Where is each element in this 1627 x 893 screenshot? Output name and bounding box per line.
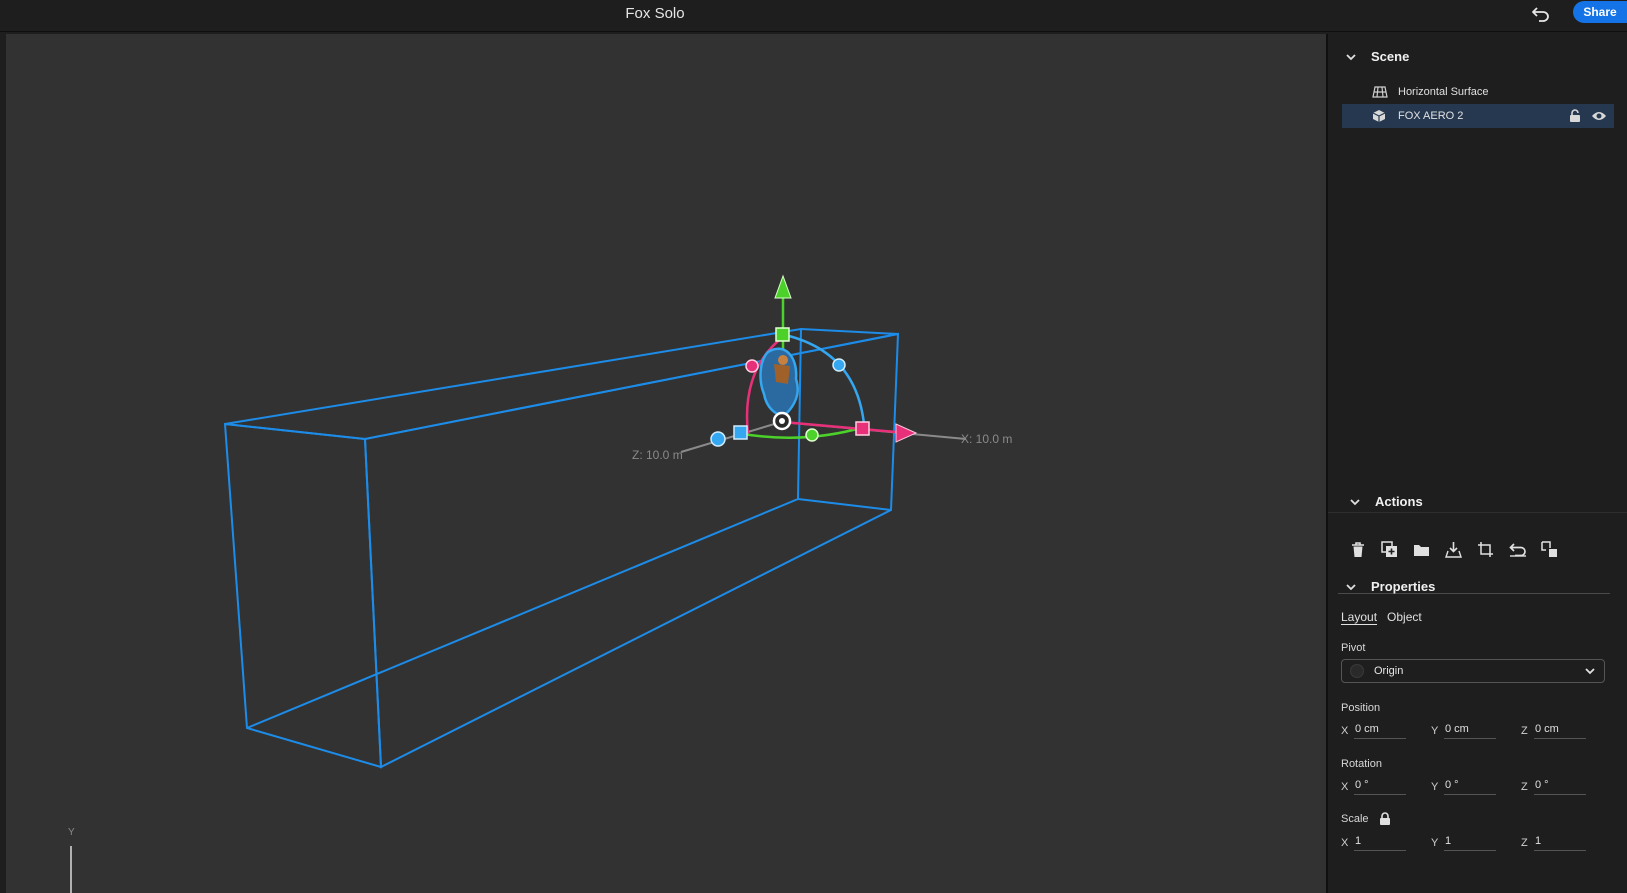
duplicate-button[interactable] [1380, 540, 1399, 559]
axis-label: X [1341, 725, 1349, 737]
share-button[interactable]: Share [1573, 1, 1627, 23]
folder-icon [1414, 544, 1429, 556]
actions-section-header[interactable]: Actions [1349, 494, 1423, 509]
scale-label: Scale [1341, 812, 1391, 826]
right-panel: Scene Horizontal Surface FOX AERO 2 Acti… [1328, 34, 1627, 893]
rotate-y-handle[interactable] [805, 428, 819, 442]
world-y-axis-label: Y [68, 827, 75, 838]
duplicate-icon [1381, 541, 1397, 557]
cube-icon [1372, 109, 1388, 123]
properties-section-header[interactable]: Properties [1345, 579, 1435, 594]
scale-z-field[interactable]: 1 [1534, 835, 1586, 851]
axis-label: Y [1431, 837, 1439, 849]
position-fields: X 0 cm Y 0 cm Z 0 cm [1341, 723, 1611, 739]
actions-toolbar [1348, 540, 1559, 559]
group-into-folder-button[interactable] [1412, 540, 1431, 559]
chevron-down-icon [1346, 583, 1356, 590]
axis-label: Z [1521, 725, 1528, 737]
move-x-arrow[interactable] [895, 423, 918, 443]
tab-layout[interactable]: Layout [1341, 610, 1377, 624]
visibility-toggle[interactable] [1590, 107, 1608, 125]
chevron-down-icon [1346, 53, 1356, 60]
crop-bounds-icon [1478, 542, 1493, 557]
section-divider [1328, 512, 1627, 513]
position-y-field[interactable]: 0 cm [1444, 723, 1496, 739]
viewport-canvas[interactable] [6, 34, 1328, 893]
rotate-z-handle[interactable] [832, 358, 846, 372]
rotation-y-field[interactable]: 0 ° [1444, 779, 1496, 795]
scale-y-handle[interactable] [775, 327, 790, 342]
3d-viewport[interactable]: Z: 10.0 m X: 10.0 m Y [6, 34, 1328, 893]
undo-button[interactable] [1526, 2, 1556, 26]
position-z-field[interactable]: 0 cm [1534, 723, 1586, 739]
pivot-swatch [1350, 664, 1364, 678]
properties-tabs: Layout Object [1341, 610, 1422, 624]
scene-section-title: Scene [1371, 49, 1410, 64]
position-x-field[interactable]: 0 cm [1354, 723, 1406, 739]
x-axis-distance-label: X: 10.0 m [961, 432, 1013, 446]
rotation-z-field[interactable]: 0 ° [1534, 779, 1586, 795]
scene-item-horizontal-surface[interactable]: Horizontal Surface [1342, 80, 1614, 104]
pivot-select[interactable]: Origin [1341, 659, 1605, 683]
rotation-fields: X 0 ° Y 0 ° Z 0 ° [1341, 779, 1611, 795]
scene-item-label: Horizontal Surface [1398, 86, 1489, 98]
rotation-label: Rotation [1341, 758, 1382, 770]
chevron-down-icon [1585, 668, 1595, 675]
scale-fields: X1 Y1 Z1 [1341, 835, 1611, 851]
replace-icon [1541, 541, 1557, 557]
rotate-x-handle[interactable] [745, 359, 759, 373]
pivot-center-handle[interactable] [772, 411, 792, 431]
position-label: Position [1341, 702, 1381, 714]
reset-transform-button[interactable] [1508, 540, 1527, 559]
actions-section-title: Actions [1375, 494, 1423, 509]
axis-label: Z [1521, 781, 1528, 793]
replace-button[interactable] [1540, 540, 1559, 559]
fit-bounds-button[interactable] [1476, 540, 1495, 559]
tab-object[interactable]: Object [1387, 610, 1422, 624]
place-on-ground-button[interactable] [1444, 540, 1463, 559]
scale-y-field[interactable]: 1 [1444, 835, 1496, 851]
delete-icon [1351, 541, 1364, 557]
properties-section-title: Properties [1371, 579, 1436, 594]
axis-label: Z [1521, 837, 1528, 849]
reset-icon [1508, 543, 1526, 557]
lock-icon [1379, 812, 1390, 825]
chevron-down-icon [1350, 498, 1360, 505]
surface-icon [1372, 85, 1388, 99]
scale-x-handle[interactable] [855, 421, 870, 436]
document-title: Fox Solo [625, 5, 685, 22]
pivot-select-value: Origin [1374, 665, 1404, 677]
scale-lock-toggle[interactable] [1379, 812, 1391, 826]
scene-section-header[interactable]: Scene [1345, 49, 1409, 64]
delete-button[interactable] [1348, 540, 1367, 559]
eye-icon [1592, 112, 1606, 120]
scene-item-fox-aero-2[interactable]: FOX AERO 2 [1342, 104, 1614, 128]
z-axis-distance-label: Z: 10.0 m [632, 448, 683, 462]
axis-label: X [1341, 781, 1349, 793]
rotation-x-field[interactable]: 0 ° [1354, 779, 1406, 795]
fox-model[interactable] [759, 347, 799, 417]
lock-toggle[interactable] [1566, 107, 1584, 125]
undo-icon [1532, 7, 1549, 22]
scale-label-text: Scale [1341, 813, 1369, 825]
place-on-ground-icon [1445, 542, 1462, 558]
scale-x-field[interactable]: 1 [1354, 835, 1406, 851]
axis-label: Y [1431, 781, 1439, 793]
move-z-handle[interactable] [710, 431, 726, 447]
pivot-label: Pivot [1341, 642, 1366, 654]
move-y-arrow[interactable] [774, 274, 792, 299]
axis-label: Y [1431, 725, 1439, 737]
top-bar: Fox Solo Share [0, 0, 1627, 32]
scene-item-label: FOX AERO 2 [1398, 110, 1464, 122]
scale-z-handle[interactable] [733, 425, 748, 440]
axis-label: X [1341, 837, 1349, 849]
unlock-icon [1570, 109, 1580, 122]
